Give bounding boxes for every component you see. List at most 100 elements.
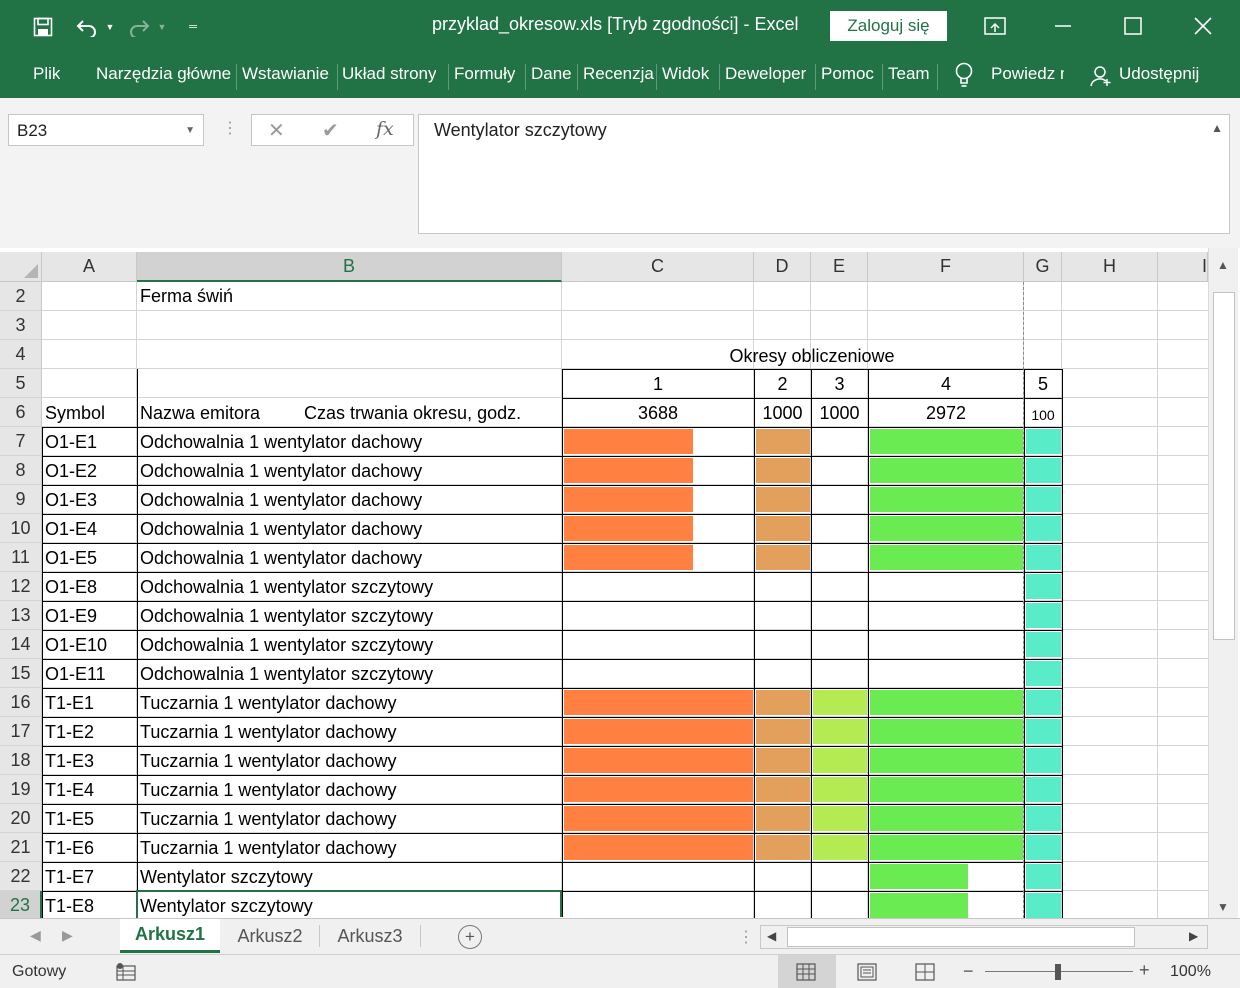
tab-data[interactable]: Dane xyxy=(531,64,572,84)
tab-page-layout[interactable]: Układ strony xyxy=(342,64,436,84)
cell-h[interactable] xyxy=(1062,862,1158,891)
row-header[interactable]: 15 xyxy=(0,659,42,688)
cell-h[interactable] xyxy=(1062,311,1158,340)
cell-h[interactable] xyxy=(1062,659,1158,688)
cell-i[interactable] xyxy=(1158,282,1208,311)
worksheet-grid[interactable]: A B C D E F G H I 2 3 4 5 6 7 8 9 10 11 12 13 14 15 16… xyxy=(0,248,1240,918)
cell-h[interactable] xyxy=(1062,340,1158,369)
tab-file[interactable]: Plik xyxy=(33,64,60,84)
cell-f[interactable] xyxy=(868,630,1024,659)
cell-f[interactable] xyxy=(868,572,1024,601)
scroll-right-icon[interactable]: ▶ xyxy=(1189,929,1198,943)
cell-h[interactable] xyxy=(1062,601,1158,630)
redo-icon[interactable] xyxy=(126,12,152,42)
cell-e[interactable] xyxy=(811,630,868,659)
maximize-icon[interactable] xyxy=(1110,8,1156,44)
cell-c[interactable] xyxy=(562,601,754,630)
cell-i[interactable] xyxy=(1158,891,1208,918)
sign-in-button[interactable]: Zaloguj się xyxy=(830,11,947,41)
undo-dropdown-icon[interactable]: ▼ xyxy=(103,12,117,42)
cell-i[interactable] xyxy=(1158,746,1208,775)
cell-b[interactable] xyxy=(137,311,562,340)
row-header[interactable]: 9 xyxy=(0,485,42,514)
tab-developer[interactable]: Deweloper xyxy=(725,64,806,84)
cell-c[interactable] xyxy=(562,630,754,659)
cell-g[interactable] xyxy=(1024,282,1062,311)
row-header[interactable]: 7 xyxy=(0,427,42,456)
cell-h[interactable] xyxy=(1062,572,1158,601)
collapse-formula-bar-icon[interactable]: ▲ xyxy=(1211,121,1223,135)
row-header[interactable]: 5 xyxy=(0,369,42,398)
cell-i[interactable] xyxy=(1158,485,1208,514)
row-header[interactable]: 23 xyxy=(0,891,42,918)
cell-h[interactable] xyxy=(1062,543,1158,572)
selected-cell-b23[interactable] xyxy=(136,890,562,918)
cell-i[interactable] xyxy=(1158,659,1208,688)
minimize-icon[interactable] xyxy=(1040,8,1086,44)
sheet-tab-arkusz1[interactable]: Arkusz1 xyxy=(120,919,220,953)
cell-d[interactable] xyxy=(754,891,811,918)
cell-e[interactable] xyxy=(811,282,868,311)
cell-e[interactable] xyxy=(811,456,868,485)
row-header[interactable]: 12 xyxy=(0,572,42,601)
cell-c[interactable] xyxy=(562,891,754,918)
horizontal-scrollbar[interactable]: ◀ ▶ xyxy=(760,925,1208,949)
macro-recording-icon[interactable] xyxy=(115,961,137,983)
cell-f[interactable] xyxy=(868,311,1024,340)
row-header[interactable]: 22 xyxy=(0,862,42,891)
cell-e[interactable] xyxy=(811,485,868,514)
lightbulb-icon[interactable] xyxy=(954,62,974,93)
cell-h[interactable] xyxy=(1062,688,1158,717)
vertical-scrollbar[interactable]: ▲ ▼ xyxy=(1208,248,1238,918)
cell-h[interactable] xyxy=(1062,456,1158,485)
cell-i[interactable] xyxy=(1158,543,1208,572)
cell-d[interactable] xyxy=(754,630,811,659)
row-header[interactable]: 11 xyxy=(0,543,42,572)
cell-i[interactable] xyxy=(1158,369,1208,398)
cell-h[interactable] xyxy=(1062,427,1158,456)
cell-a[interactable] xyxy=(42,340,137,369)
row-header[interactable]: 18 xyxy=(0,746,42,775)
cell-d[interactable] xyxy=(754,601,811,630)
cell-d[interactable] xyxy=(754,282,811,311)
customize-toolbar-icon[interactable]: ═ xyxy=(184,12,202,42)
column-header-a[interactable]: A xyxy=(42,252,137,282)
cell-i[interactable] xyxy=(1158,572,1208,601)
cell-h[interactable] xyxy=(1062,833,1158,862)
cell-i[interactable] xyxy=(1158,514,1208,543)
save-icon[interactable] xyxy=(30,12,56,42)
add-sheet-icon[interactable]: + xyxy=(458,925,482,949)
cell-e[interactable] xyxy=(811,659,868,688)
redo-dropdown-icon[interactable]: ▼ xyxy=(155,12,169,42)
cell-h[interactable] xyxy=(1062,369,1158,398)
cell-i[interactable] xyxy=(1158,456,1208,485)
cell-a[interactable] xyxy=(42,369,137,398)
select-all-corner[interactable] xyxy=(0,252,42,282)
row-header[interactable]: 14 xyxy=(0,630,42,659)
zoom-slider-knob[interactable] xyxy=(1055,964,1061,980)
tab-home[interactable]: Narzędzia główne xyxy=(96,64,233,84)
cell-c[interactable] xyxy=(562,862,754,891)
cell-e[interactable] xyxy=(811,572,868,601)
column-header-b[interactable]: B xyxy=(137,252,562,282)
column-header-i[interactable]: I xyxy=(1158,252,1208,282)
row-header[interactable]: 13 xyxy=(0,601,42,630)
column-header-h[interactable]: H xyxy=(1062,252,1158,282)
cell-d[interactable] xyxy=(754,862,811,891)
close-icon[interactable] xyxy=(1180,8,1226,44)
cell-h[interactable] xyxy=(1062,717,1158,746)
row-header[interactable]: 6 xyxy=(0,398,42,427)
cell-c[interactable] xyxy=(562,659,754,688)
cell-h[interactable] xyxy=(1062,398,1158,427)
scroll-up-icon[interactable]: ▲ xyxy=(1217,258,1229,272)
cell-h[interactable] xyxy=(1062,775,1158,804)
zoom-level[interactable]: 100% xyxy=(1170,963,1211,981)
row-header[interactable]: 2 xyxy=(0,282,42,311)
cell-i[interactable] xyxy=(1158,311,1208,340)
column-header-e[interactable]: E xyxy=(811,252,868,282)
ribbon-display-options-icon[interactable] xyxy=(972,8,1018,44)
cell-i[interactable] xyxy=(1158,717,1208,746)
row-header[interactable]: 20 xyxy=(0,804,42,833)
page-break-preview-icon[interactable] xyxy=(914,961,936,983)
name-box-dropdown-icon[interactable]: ▼ xyxy=(185,125,195,136)
